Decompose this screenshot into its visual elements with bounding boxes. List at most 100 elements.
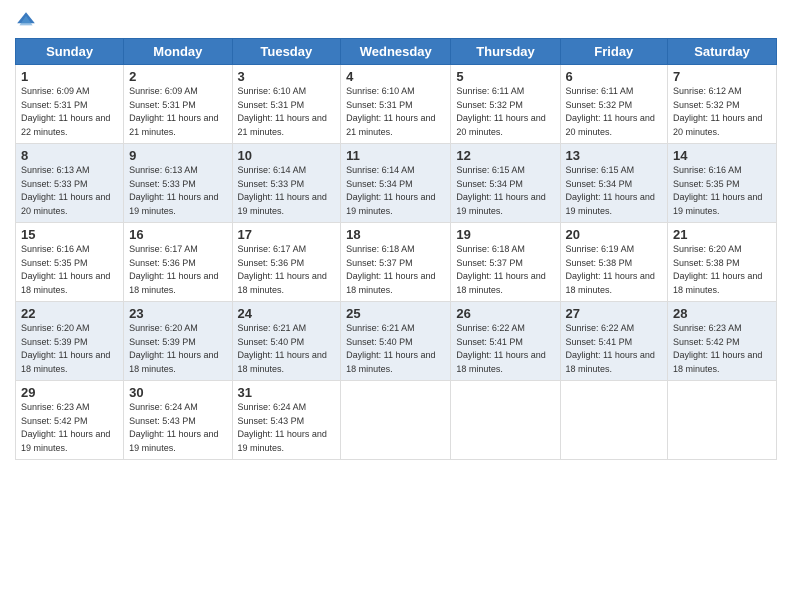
day-detail: Sunrise: 6:17 AMSunset: 5:36 PMDaylight:… xyxy=(129,243,226,297)
day-detail: Sunrise: 6:15 AMSunset: 5:34 PMDaylight:… xyxy=(456,164,554,218)
day-number: 27 xyxy=(566,306,663,321)
calendar-cell: 6Sunrise: 6:11 AMSunset: 5:32 PMDaylight… xyxy=(560,65,668,144)
day-number: 17 xyxy=(238,227,336,242)
day-number: 26 xyxy=(456,306,554,321)
day-number: 12 xyxy=(456,148,554,163)
calendar-cell: 11Sunrise: 6:14 AMSunset: 5:34 PMDayligh… xyxy=(341,144,451,223)
calendar-cell: 18Sunrise: 6:18 AMSunset: 5:37 PMDayligh… xyxy=(341,223,451,302)
day-number: 29 xyxy=(21,385,118,400)
day-detail: Sunrise: 6:20 AMSunset: 5:39 PMDaylight:… xyxy=(129,322,226,376)
calendar-cell: 10Sunrise: 6:14 AMSunset: 5:33 PMDayligh… xyxy=(232,144,341,223)
day-detail: Sunrise: 6:09 AMSunset: 5:31 PMDaylight:… xyxy=(129,85,226,139)
day-detail: Sunrise: 6:14 AMSunset: 5:33 PMDaylight:… xyxy=(238,164,336,218)
day-number: 6 xyxy=(566,69,663,84)
day-number: 14 xyxy=(673,148,771,163)
day-number: 13 xyxy=(566,148,663,163)
day-number: 7 xyxy=(673,69,771,84)
day-detail: Sunrise: 6:09 AMSunset: 5:31 PMDaylight:… xyxy=(21,85,118,139)
calendar-cell: 13Sunrise: 6:15 AMSunset: 5:34 PMDayligh… xyxy=(560,144,668,223)
calendar-cell xyxy=(451,381,560,460)
day-detail: Sunrise: 6:12 AMSunset: 5:32 PMDaylight:… xyxy=(673,85,771,139)
day-detail: Sunrise: 6:20 AMSunset: 5:38 PMDaylight:… xyxy=(673,243,771,297)
day-number: 21 xyxy=(673,227,771,242)
day-detail: Sunrise: 6:23 AMSunset: 5:42 PMDaylight:… xyxy=(673,322,771,376)
calendar-cell xyxy=(668,381,777,460)
day-detail: Sunrise: 6:10 AMSunset: 5:31 PMDaylight:… xyxy=(238,85,336,139)
logo xyxy=(15,10,39,32)
calendar-week-3: 15Sunrise: 6:16 AMSunset: 5:35 PMDayligh… xyxy=(16,223,777,302)
calendar-week-1: 1Sunrise: 6:09 AMSunset: 5:31 PMDaylight… xyxy=(16,65,777,144)
calendar-cell: 27Sunrise: 6:22 AMSunset: 5:41 PMDayligh… xyxy=(560,302,668,381)
calendar-cell xyxy=(560,381,668,460)
day-detail: Sunrise: 6:18 AMSunset: 5:37 PMDaylight:… xyxy=(346,243,445,297)
day-number: 30 xyxy=(129,385,226,400)
calendar-cell: 19Sunrise: 6:18 AMSunset: 5:37 PMDayligh… xyxy=(451,223,560,302)
calendar-cell: 30Sunrise: 6:24 AMSunset: 5:43 PMDayligh… xyxy=(124,381,232,460)
day-number: 22 xyxy=(21,306,118,321)
calendar-cell: 3Sunrise: 6:10 AMSunset: 5:31 PMDaylight… xyxy=(232,65,341,144)
calendar-cell: 14Sunrise: 6:16 AMSunset: 5:35 PMDayligh… xyxy=(668,144,777,223)
day-number: 2 xyxy=(129,69,226,84)
calendar-cell: 8Sunrise: 6:13 AMSunset: 5:33 PMDaylight… xyxy=(16,144,124,223)
day-detail: Sunrise: 6:14 AMSunset: 5:34 PMDaylight:… xyxy=(346,164,445,218)
day-number: 8 xyxy=(21,148,118,163)
day-header-wednesday: Wednesday xyxy=(341,39,451,65)
calendar-cell: 16Sunrise: 6:17 AMSunset: 5:36 PMDayligh… xyxy=(124,223,232,302)
day-header-saturday: Saturday xyxy=(668,39,777,65)
calendar-cell: 23Sunrise: 6:20 AMSunset: 5:39 PMDayligh… xyxy=(124,302,232,381)
day-detail: Sunrise: 6:11 AMSunset: 5:32 PMDaylight:… xyxy=(566,85,663,139)
day-number: 16 xyxy=(129,227,226,242)
day-number: 24 xyxy=(238,306,336,321)
day-header-monday: Monday xyxy=(124,39,232,65)
calendar-cell: 15Sunrise: 6:16 AMSunset: 5:35 PMDayligh… xyxy=(16,223,124,302)
calendar-cell: 22Sunrise: 6:20 AMSunset: 5:39 PMDayligh… xyxy=(16,302,124,381)
calendar-cell: 20Sunrise: 6:19 AMSunset: 5:38 PMDayligh… xyxy=(560,223,668,302)
day-number: 9 xyxy=(129,148,226,163)
day-detail: Sunrise: 6:16 AMSunset: 5:35 PMDaylight:… xyxy=(21,243,118,297)
day-number: 11 xyxy=(346,148,445,163)
calendar-cell: 7Sunrise: 6:12 AMSunset: 5:32 PMDaylight… xyxy=(668,65,777,144)
calendar-header-row: SundayMondayTuesdayWednesdayThursdayFrid… xyxy=(16,39,777,65)
day-number: 4 xyxy=(346,69,445,84)
day-detail: Sunrise: 6:21 AMSunset: 5:40 PMDaylight:… xyxy=(346,322,445,376)
day-detail: Sunrise: 6:22 AMSunset: 5:41 PMDaylight:… xyxy=(566,322,663,376)
calendar-cell: 25Sunrise: 6:21 AMSunset: 5:40 PMDayligh… xyxy=(341,302,451,381)
day-detail: Sunrise: 6:17 AMSunset: 5:36 PMDaylight:… xyxy=(238,243,336,297)
day-number: 28 xyxy=(673,306,771,321)
day-detail: Sunrise: 6:24 AMSunset: 5:43 PMDaylight:… xyxy=(238,401,336,455)
calendar-cell: 2Sunrise: 6:09 AMSunset: 5:31 PMDaylight… xyxy=(124,65,232,144)
calendar-week-4: 22Sunrise: 6:20 AMSunset: 5:39 PMDayligh… xyxy=(16,302,777,381)
day-number: 5 xyxy=(456,69,554,84)
day-detail: Sunrise: 6:15 AMSunset: 5:34 PMDaylight:… xyxy=(566,164,663,218)
day-detail: Sunrise: 6:22 AMSunset: 5:41 PMDaylight:… xyxy=(456,322,554,376)
calendar-cell: 26Sunrise: 6:22 AMSunset: 5:41 PMDayligh… xyxy=(451,302,560,381)
calendar-cell: 29Sunrise: 6:23 AMSunset: 5:42 PMDayligh… xyxy=(16,381,124,460)
day-detail: Sunrise: 6:16 AMSunset: 5:35 PMDaylight:… xyxy=(673,164,771,218)
calendar-week-5: 29Sunrise: 6:23 AMSunset: 5:42 PMDayligh… xyxy=(16,381,777,460)
calendar-cell: 31Sunrise: 6:24 AMSunset: 5:43 PMDayligh… xyxy=(232,381,341,460)
day-number: 3 xyxy=(238,69,336,84)
calendar-cell: 24Sunrise: 6:21 AMSunset: 5:40 PMDayligh… xyxy=(232,302,341,381)
calendar-cell: 21Sunrise: 6:20 AMSunset: 5:38 PMDayligh… xyxy=(668,223,777,302)
calendar-cell: 5Sunrise: 6:11 AMSunset: 5:32 PMDaylight… xyxy=(451,65,560,144)
day-number: 19 xyxy=(456,227,554,242)
day-header-sunday: Sunday xyxy=(16,39,124,65)
day-number: 1 xyxy=(21,69,118,84)
day-detail: Sunrise: 6:21 AMSunset: 5:40 PMDaylight:… xyxy=(238,322,336,376)
day-detail: Sunrise: 6:13 AMSunset: 5:33 PMDaylight:… xyxy=(129,164,226,218)
calendar-cell: 28Sunrise: 6:23 AMSunset: 5:42 PMDayligh… xyxy=(668,302,777,381)
day-number: 15 xyxy=(21,227,118,242)
calendar-table: SundayMondayTuesdayWednesdayThursdayFrid… xyxy=(15,38,777,460)
calendar-cell xyxy=(341,381,451,460)
calendar-week-2: 8Sunrise: 6:13 AMSunset: 5:33 PMDaylight… xyxy=(16,144,777,223)
calendar-cell: 17Sunrise: 6:17 AMSunset: 5:36 PMDayligh… xyxy=(232,223,341,302)
day-number: 23 xyxy=(129,306,226,321)
day-detail: Sunrise: 6:20 AMSunset: 5:39 PMDaylight:… xyxy=(21,322,118,376)
day-detail: Sunrise: 6:19 AMSunset: 5:38 PMDaylight:… xyxy=(566,243,663,297)
day-number: 10 xyxy=(238,148,336,163)
day-detail: Sunrise: 6:13 AMSunset: 5:33 PMDaylight:… xyxy=(21,164,118,218)
calendar-cell: 1Sunrise: 6:09 AMSunset: 5:31 PMDaylight… xyxy=(16,65,124,144)
day-detail: Sunrise: 6:10 AMSunset: 5:31 PMDaylight:… xyxy=(346,85,445,139)
calendar-cell: 9Sunrise: 6:13 AMSunset: 5:33 PMDaylight… xyxy=(124,144,232,223)
day-detail: Sunrise: 6:18 AMSunset: 5:37 PMDaylight:… xyxy=(456,243,554,297)
